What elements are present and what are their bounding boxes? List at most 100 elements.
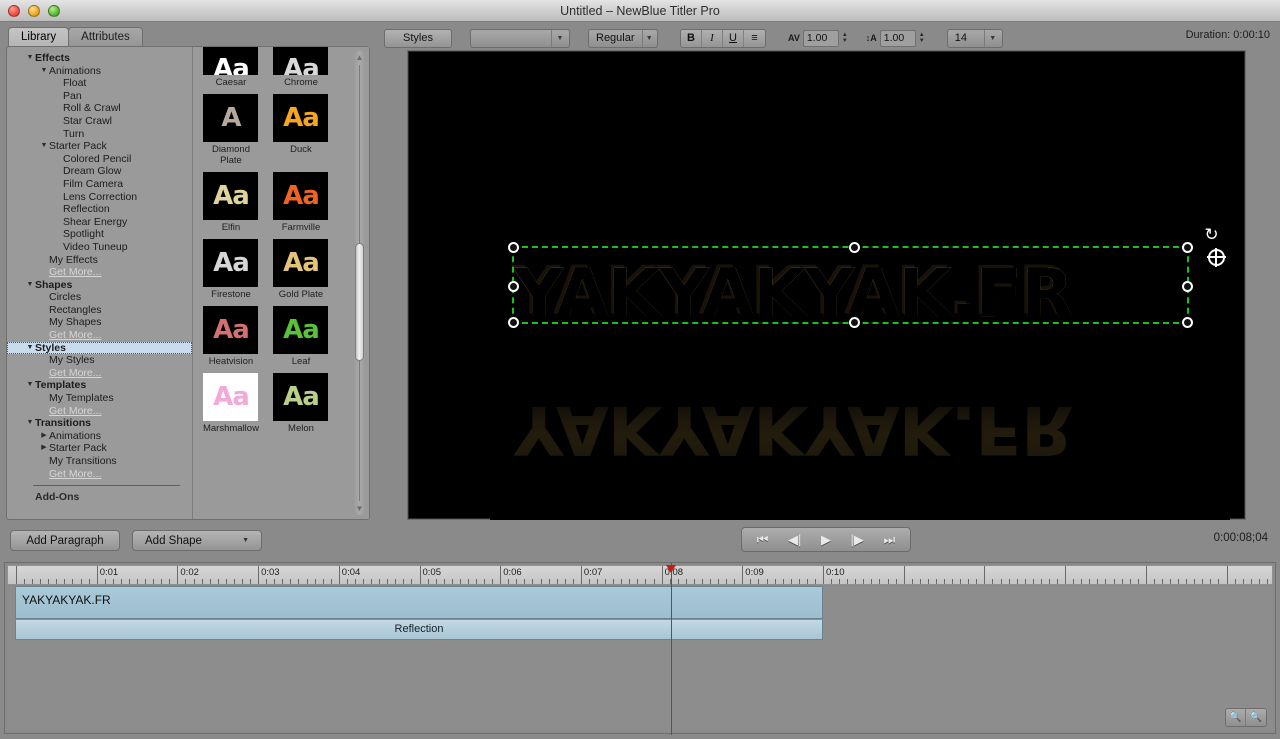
style-thumbnail-firestone[interactable]: Aa Firestone: [201, 239, 261, 300]
tab-attributes[interactable]: Attributes: [68, 27, 143, 47]
disclosure-closed-icon[interactable]: ▶: [39, 430, 49, 443]
tree-item-add-ons[interactable]: Add-Ons: [7, 491, 192, 504]
disclosure-open-icon[interactable]: ▼: [25, 279, 35, 292]
font-size-dropdown[interactable]: 14 ▼: [946, 28, 1003, 48]
style-thumbnail-farmville[interactable]: Aa Farmville: [271, 172, 331, 233]
tree-item-get-more[interactable]: Get More...: [7, 266, 192, 279]
timeline-playhead[interactable]: [666, 563, 676, 735]
tree-item-turn[interactable]: Turn: [7, 128, 192, 141]
add-shape-button[interactable]: Add Shape ▼: [132, 530, 262, 551]
kerning-stepper[interactable]: ▲ ▼: [842, 32, 848, 44]
font-style-dropdown[interactable]: Regular ▼: [588, 28, 658, 48]
scroll-down-arrow-icon[interactable]: ▼: [355, 504, 364, 513]
style-thumbnail-gold-plate[interactable]: Aa Gold Plate: [271, 239, 331, 300]
disclosure-open-icon[interactable]: ▼: [25, 342, 35, 355]
tree-item-my-shapes[interactable]: My Shapes: [7, 316, 192, 329]
scroll-up-arrow-icon[interactable]: ▲: [355, 53, 364, 62]
handle-bottom-center[interactable]: [849, 317, 860, 328]
tree-item-colored-pencil[interactable]: Colored Pencil: [7, 153, 192, 166]
timeline-tracks[interactable]: YAKYAKYAK.FR Reflection: [7, 563, 1273, 735]
zoom-in-icon[interactable]: 🔍: [1246, 709, 1266, 726]
move-anchor-icon[interactable]: [1207, 248, 1226, 267]
font-family-dropdown[interactable]: ▼: [470, 28, 570, 48]
style-thumbnail-chrome[interactable]: Aa Chrome: [271, 47, 331, 88]
tree-item-roll-crawl[interactable]: Roll & Crawl: [7, 102, 192, 115]
disclosure-open-icon[interactable]: ▼: [25, 52, 35, 65]
handle-bottom-left[interactable]: [508, 317, 519, 328]
tree-item-shapes[interactable]: ▼ Shapes: [7, 279, 192, 292]
tree-item-styles[interactable]: ▼ Styles: [7, 341, 192, 355]
timeline-clip[interactable]: YAKYAKYAK.FR: [15, 586, 823, 619]
scrollbar-thumb[interactable]: [355, 243, 364, 361]
tree-item-get-more[interactable]: Get More...: [7, 405, 192, 418]
tree-item-starter-pack[interactable]: ▶ Starter Pack: [7, 442, 192, 455]
handle-bottom-right[interactable]: [1182, 317, 1193, 328]
style-thumbnail-diamond-plate[interactable]: A Diamond Plate: [201, 94, 261, 166]
disclosure-open-icon[interactable]: ▼: [25, 379, 35, 392]
tree-item-video-tuneup[interactable]: Video Tuneup: [7, 241, 192, 254]
style-thumbnail-duck[interactable]: Aa Duck: [271, 94, 331, 166]
tree-item-lens-correction[interactable]: Lens Correction: [7, 191, 192, 204]
handle-top-left[interactable]: [508, 242, 519, 253]
disclosure-open-icon[interactable]: ▼: [39, 65, 49, 78]
zoom-out-icon[interactable]: 🔍: [1226, 709, 1246, 726]
underline-button[interactable]: U: [723, 29, 744, 47]
tree-item-dream-glow[interactable]: Dream Glow: [7, 165, 192, 178]
tree-item-effects[interactable]: ▼ Effects: [7, 52, 192, 65]
handle-top-center[interactable]: [849, 242, 860, 253]
tree-item-starter-pack[interactable]: ▼ Starter Pack: [7, 140, 192, 153]
tree-item-shear-energy[interactable]: Shear Energy: [7, 216, 192, 229]
handle-middle-left[interactable]: [508, 281, 519, 292]
tree-item-my-effects[interactable]: My Effects: [7, 254, 192, 267]
step-back-button[interactable]: ◀|: [788, 532, 801, 548]
add-paragraph-button[interactable]: Add Paragraph: [10, 530, 120, 551]
tree-item-animations[interactable]: ▶ Animations: [7, 430, 192, 443]
line-spacing-stepper[interactable]: ▲ ▼: [919, 32, 925, 44]
style-thumbnail-melon[interactable]: Aa Melon: [271, 373, 331, 434]
thumbnail-scrollbar[interactable]: ▲ ▼: [353, 51, 366, 515]
tree-item-float[interactable]: Float: [7, 77, 192, 90]
handle-top-right[interactable]: [1182, 242, 1193, 253]
line-spacing-input[interactable]: 1.00: [879, 29, 916, 47]
tree-item-star-crawl[interactable]: Star Crawl: [7, 115, 192, 128]
tree-item-get-more[interactable]: Get More...: [7, 367, 192, 380]
styles-button[interactable]: Styles: [384, 28, 452, 48]
rotate-icon[interactable]: ↻: [1202, 225, 1221, 244]
italic-button[interactable]: I: [702, 29, 723, 47]
disclosure-open-icon[interactable]: ▼: [25, 417, 35, 430]
align-dropdown-button[interactable]: ≡: [744, 30, 765, 47]
tree-item-templates[interactable]: ▼ Templates: [7, 379, 192, 392]
style-thumbnail-panel[interactable]: Aa Caesar Aa Chrome A Diamond Plate Aa Duck Aa El…: [191, 47, 369, 519]
tree-item-circles[interactable]: Circles: [7, 291, 192, 304]
library-tree[interactable]: ▼ Effects ▼ Animations Float Pan Roll & Crawl S…: [7, 47, 192, 519]
selection-bounding-box[interactable]: [508, 242, 1193, 328]
disclosure-closed-icon[interactable]: ▶: [39, 442, 49, 455]
disclosure-open-icon[interactable]: ▼: [39, 140, 49, 153]
step-forward-button[interactable]: |▶: [851, 532, 864, 548]
timeline-ruler[interactable]: 0:01 0:02 0:03 0:04 0:05 0:06 0:07 0:08 0:09 0:10: [7, 565, 1273, 585]
play-button[interactable]: ▶: [821, 532, 831, 548]
tree-item-spotlight[interactable]: Spotlight: [7, 228, 192, 241]
tree-item-transitions[interactable]: ▼ Transitions: [7, 417, 192, 430]
playhead-marker-icon[interactable]: [666, 565, 676, 573]
tree-item-animations[interactable]: ▼ Animations: [7, 65, 192, 78]
tree-item-reflection[interactable]: Reflection: [7, 203, 192, 216]
tree-item-film-camera[interactable]: Film Camera: [7, 178, 192, 191]
tree-item-pan[interactable]: Pan: [7, 90, 192, 103]
tree-item-get-more[interactable]: Get More...: [7, 329, 192, 342]
skip-to-end-button[interactable]: ⏭: [883, 532, 895, 548]
tree-item-rectangles[interactable]: Rectangles: [7, 304, 192, 317]
tree-item-my-transitions[interactable]: My Transitions: [7, 455, 192, 468]
bold-button[interactable]: B: [681, 29, 702, 47]
tree-item-get-more[interactable]: Get More...: [7, 468, 192, 481]
style-thumbnail-caesar[interactable]: Aa Caesar: [201, 47, 261, 88]
tab-library[interactable]: Library: [8, 27, 70, 47]
style-thumbnail-heatvision[interactable]: Aa Heatvision: [201, 306, 261, 367]
tree-item-my-templates[interactable]: My Templates: [7, 392, 192, 405]
style-thumbnail-elfin[interactable]: Aa Elfin: [201, 172, 261, 233]
kerning-input[interactable]: 1.00: [802, 29, 839, 47]
style-thumbnail-marshmallow[interactable]: Aa Marshmallow: [201, 373, 261, 434]
timeline-effect-row[interactable]: Reflection: [15, 620, 823, 640]
timeline-panel[interactable]: 0:01 0:02 0:03 0:04 0:05 0:06 0:07 0:08 0:09 0:10…: [4, 562, 1276, 735]
tree-item-my-styles[interactable]: My Styles: [7, 354, 192, 367]
